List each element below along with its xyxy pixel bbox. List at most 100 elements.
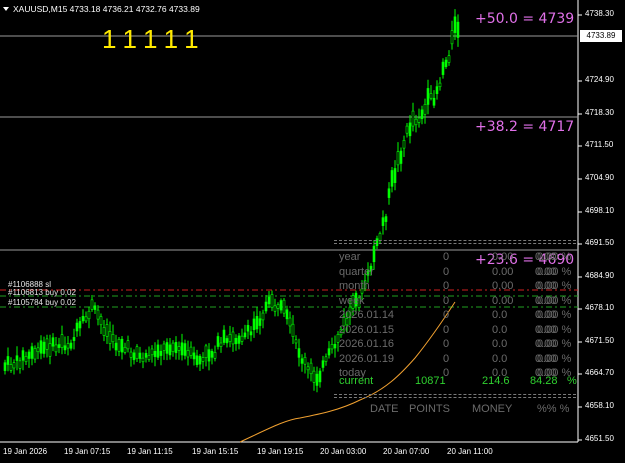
candle-body: [387, 188, 391, 198]
signal-digits: 11111: [102, 24, 207, 54]
candle-body: [420, 109, 424, 120]
candle-body: [165, 342, 169, 354]
candle-body: [147, 355, 151, 360]
candle-body: [306, 366, 310, 371]
candle-body: [444, 59, 448, 67]
candle-body: [312, 370, 316, 383]
candle-body: [114, 342, 118, 351]
candle-body: [189, 346, 193, 356]
candle-body: [408, 122, 412, 137]
candle-body: [264, 301, 268, 312]
time-tick-label: 20 Jan 07:00: [383, 447, 430, 456]
candle-body: [51, 337, 55, 347]
candle-body: [405, 125, 409, 134]
price-tick-label: 4684.90: [585, 271, 614, 280]
candle-body: [249, 331, 253, 336]
candle-body: [318, 370, 322, 383]
candle-body: [315, 373, 319, 386]
symbol-menu-icon[interactable]: [3, 7, 9, 11]
stats-top-divider-2: [334, 243, 576, 244]
candle-body: [21, 350, 25, 361]
stats-row-points: 0.0: [492, 323, 508, 336]
candle-body: [324, 356, 328, 362]
price-axis-ticks: [578, 14, 582, 441]
stats-row-pct: 0.00 %: [537, 323, 572, 336]
candle-body: [228, 334, 232, 342]
candle-body: [36, 347, 40, 353]
candle-body: [243, 332, 247, 338]
candle-body: [123, 346, 127, 353]
candle-body: [201, 357, 205, 362]
candle-body: [183, 343, 187, 356]
candle-body: [282, 299, 286, 314]
candle-body: [396, 151, 400, 166]
time-tick-label: 19 Jan 11:15: [127, 447, 173, 456]
candle-body: [39, 340, 43, 354]
candle-body: [177, 346, 181, 351]
candle-body: [117, 339, 121, 352]
stats-row-name: month: [339, 280, 370, 292]
stats-row-pct: 0.00 %: [537, 352, 572, 365]
candle-body: [126, 340, 130, 350]
stats-row-date: 0: [443, 265, 450, 278]
candle-body: [204, 345, 208, 358]
candle-body: [237, 335, 241, 344]
time-tick-label: 19 Jan 15:15: [192, 447, 239, 456]
candle-body: [108, 331, 112, 344]
price-tick-label: 4698.10: [585, 206, 614, 215]
time-tick-label: 20 Jan 11:00: [447, 447, 493, 456]
candle-body: [399, 150, 403, 164]
fib-label-50: +50.0 = 4739: [475, 11, 575, 27]
time-tick-label: 19 Jan 07:15: [64, 447, 111, 456]
candle-body: [18, 360, 22, 369]
candle-body: [321, 360, 325, 368]
candle-body: [423, 104, 427, 115]
candle-body: [24, 356, 28, 363]
stats-current-money: 84.28: [530, 375, 558, 387]
price-tick-label: 4738.30: [585, 9, 614, 18]
candle-body: [270, 294, 274, 308]
candle-body: [156, 344, 160, 358]
stats-current-points: 214.6: [482, 375, 510, 387]
stats-row-date: 0: [443, 294, 450, 307]
stats-row-date: 0: [443, 251, 450, 263]
candle-body: [72, 337, 76, 341]
order-label-buy-2[interactable]: #1105784 buy 0.02: [8, 298, 76, 307]
candle-body: [48, 343, 52, 357]
stats-row-name: 2026.01.16: [339, 338, 395, 350]
order-label-buy-1[interactable]: #1106813 buy 0.02: [8, 288, 76, 297]
stats-top-divider: [334, 240, 576, 241]
stats-row-pct: 0.00 %: [537, 338, 572, 350]
candle-body: [327, 348, 331, 356]
candle-body: [75, 322, 79, 332]
candle-body: [45, 338, 49, 350]
price-tick-label: 4651.50: [585, 434, 614, 443]
candle-body: [402, 140, 406, 149]
candle-body: [255, 316, 259, 330]
candle-body: [192, 352, 196, 360]
candle-body: [231, 331, 235, 345]
candle-body: [252, 318, 256, 331]
candle-body: [9, 364, 13, 371]
candle-body: [225, 338, 229, 344]
candle-body: [273, 305, 277, 312]
stats-row-pct: 0.00 %: [537, 309, 572, 321]
candle-body: [159, 350, 163, 356]
candle-body: [138, 352, 142, 359]
candle-body: [57, 344, 61, 348]
price-tick-label: 4711.50: [585, 140, 614, 149]
candle-body: [258, 318, 262, 326]
candle-body: [210, 350, 214, 358]
price-tick-label: 4664.70: [585, 368, 614, 377]
stats-current-pct: %: [567, 375, 577, 387]
candle-body: [6, 356, 10, 365]
stats-row-points: 0.0: [492, 338, 508, 350]
price-tick-label: 4724.90: [585, 75, 614, 84]
candle-body: [63, 345, 67, 351]
candle-body: [393, 168, 397, 183]
candle-body: [303, 356, 307, 365]
candle-body: [174, 342, 178, 354]
candle-body: [180, 342, 184, 356]
stats-row-pct: 0.00 %: [537, 251, 572, 263]
candle-body: [309, 362, 313, 375]
